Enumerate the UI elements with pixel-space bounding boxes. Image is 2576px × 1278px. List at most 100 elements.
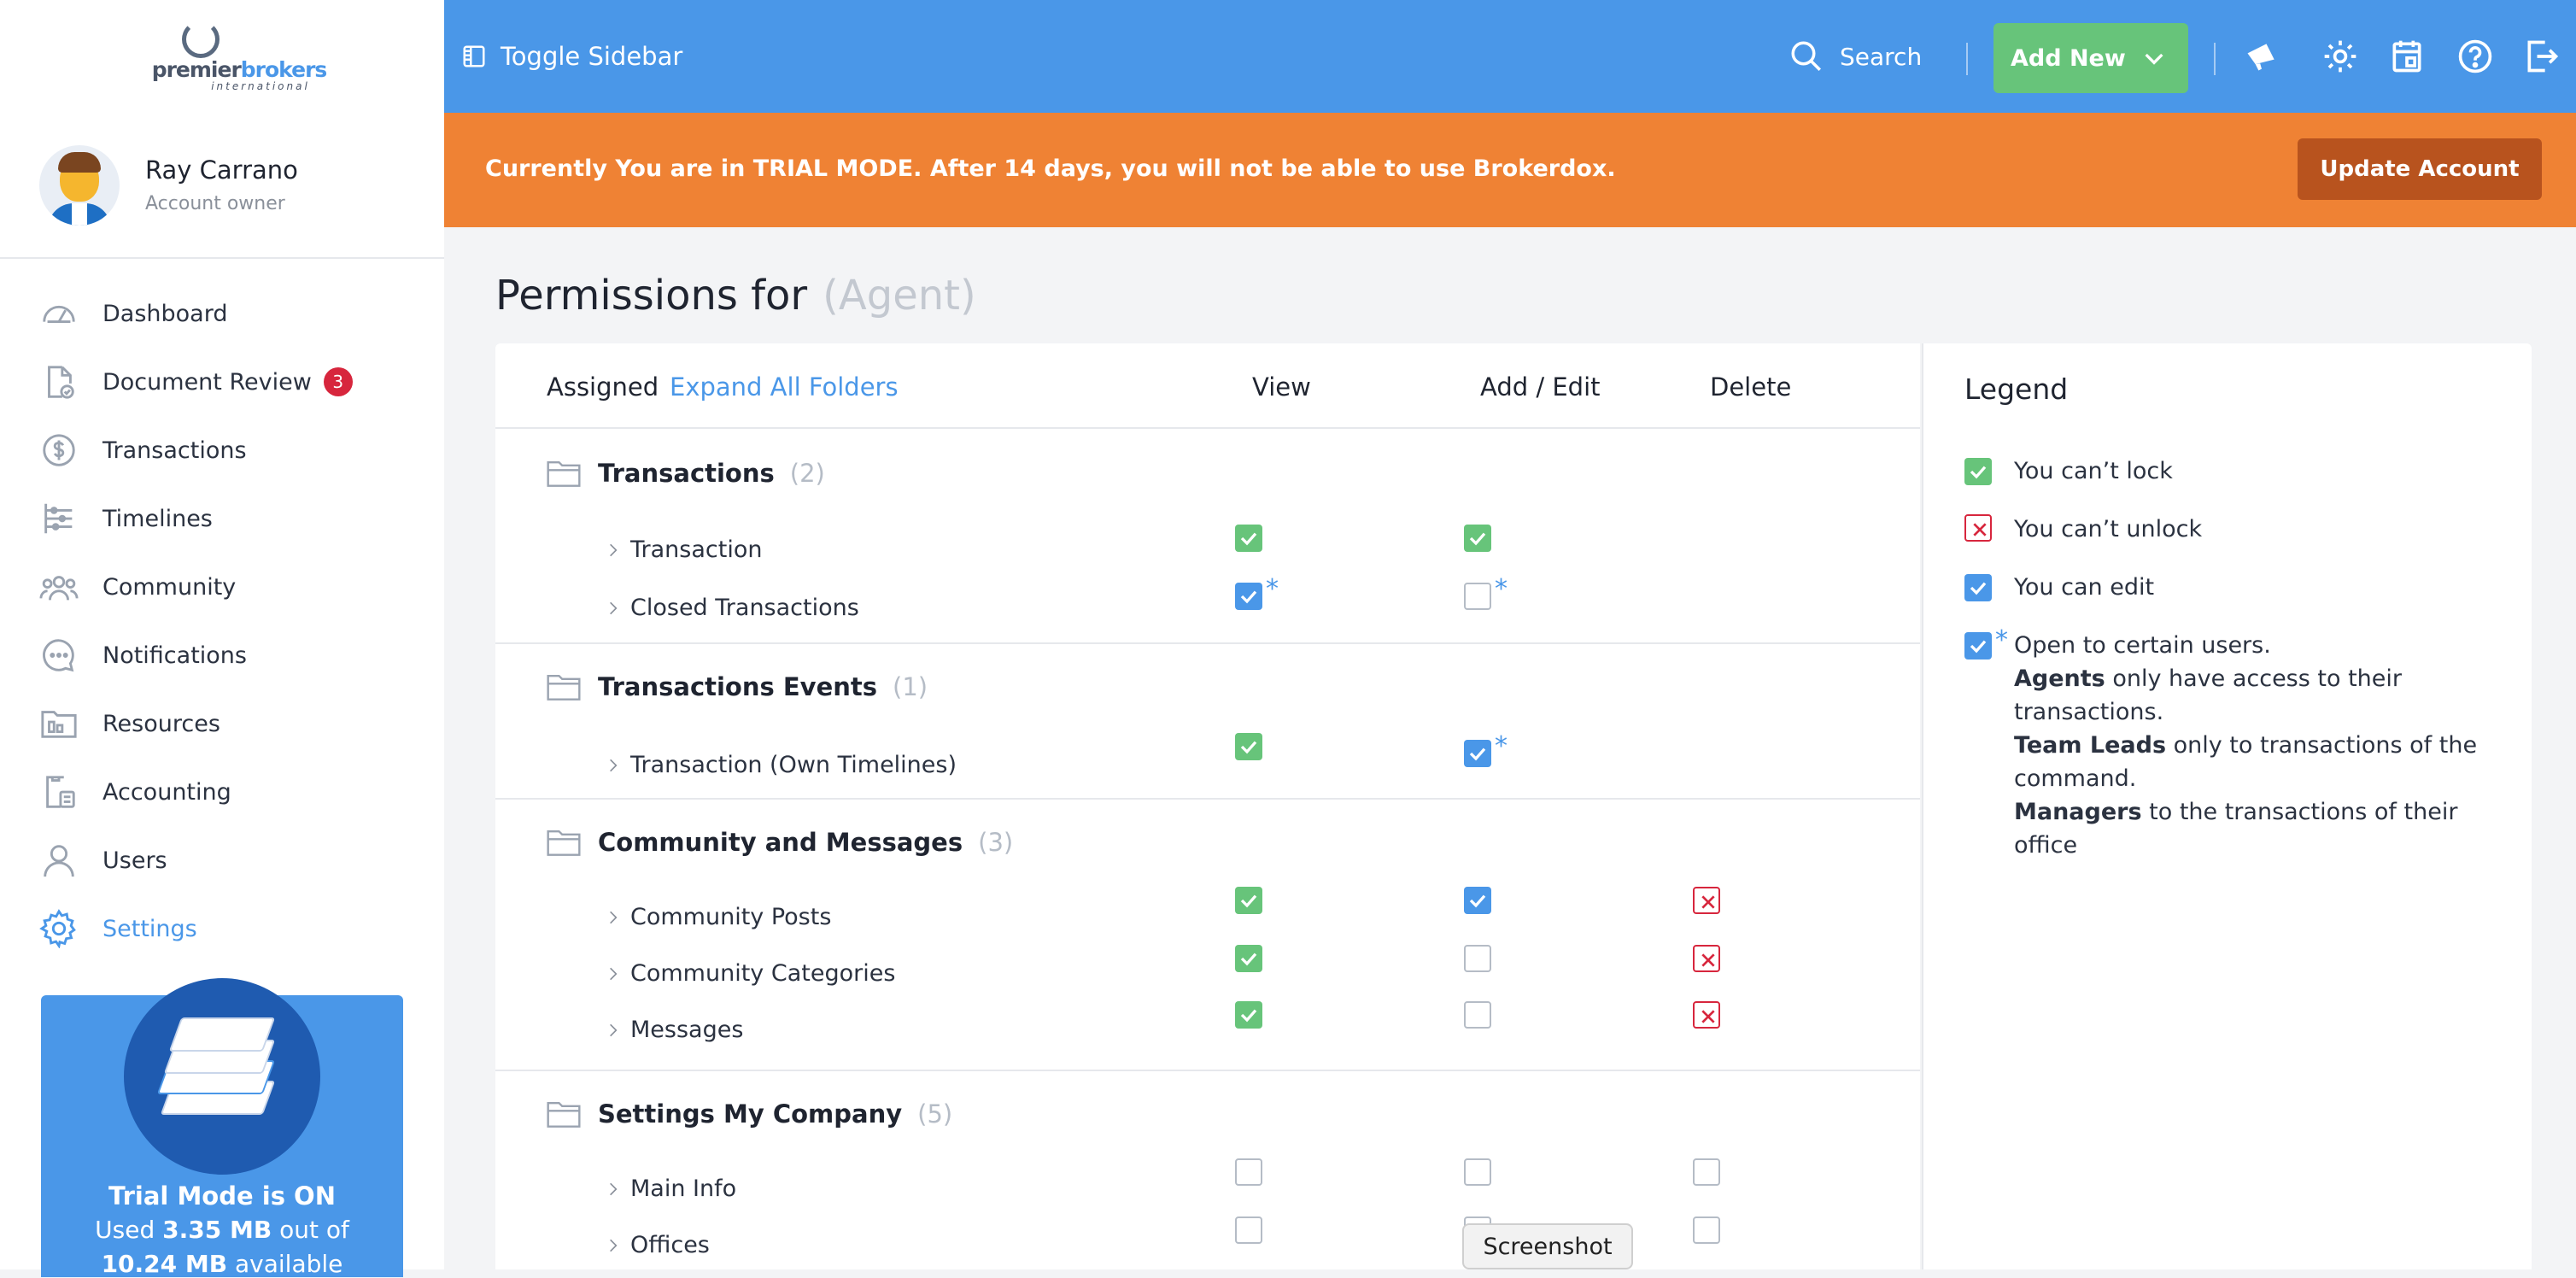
calendar-icon[interactable] xyxy=(2388,38,2426,75)
folder-icon xyxy=(547,830,581,856)
permission-group: Transactions Events (1) Transaction (Own … xyxy=(495,644,1920,800)
permissions-table: Assigned Expand All Folders View Add / E… xyxy=(495,343,1920,1269)
chevron-right-icon xyxy=(610,967,618,980)
table-row: Transaction xyxy=(495,525,1920,576)
document-stack-icon xyxy=(124,978,320,1175)
permission-group: Transactions (2) Transaction Closed Trans… xyxy=(495,431,1920,644)
restricted-asterisk: * xyxy=(1495,574,1508,604)
legend-panel: Legend You can’t lock You can’t unlock Y… xyxy=(1922,343,2532,1269)
legend-item: You can’t lock xyxy=(1964,454,2173,488)
folder-icon xyxy=(547,674,581,701)
help-icon[interactable] xyxy=(2456,38,2494,75)
add-new-button[interactable]: Add New xyxy=(1993,23,2188,93)
row-label[interactable]: Transaction xyxy=(605,536,762,563)
delete-checkbox[interactable] xyxy=(1693,1001,1720,1029)
sidebar-item-settings[interactable]: Settings xyxy=(0,894,444,963)
header-add-edit: Add / Edit xyxy=(1480,372,1601,402)
legend-item: You can’t unlock xyxy=(1964,513,2202,546)
trial-available: 10.24 MB available xyxy=(101,1250,343,1278)
sidebar-item-dashboard[interactable]: Dashboard xyxy=(0,279,444,348)
role-label: (Agent) xyxy=(823,272,976,320)
row-label[interactable]: Closed Transactions xyxy=(605,595,859,621)
page-title: Permissions for (Agent) xyxy=(495,272,976,320)
update-account-button[interactable]: Update Account xyxy=(2298,138,2542,200)
legend-title: Legend xyxy=(1964,372,2069,406)
sidebar-item-document-review[interactable]: Document Review 3 xyxy=(0,348,444,416)
legend-item: You can edit xyxy=(1964,571,2154,604)
group-title[interactable]: Community and Messages (3) xyxy=(545,824,1013,861)
sidebar-item-transactions[interactable]: Transactions xyxy=(0,416,444,484)
view-checkbox[interactable] xyxy=(1235,945,1262,972)
edit-checkbox[interactable] xyxy=(1464,525,1491,552)
user-name: Ray Carrano xyxy=(145,155,298,185)
row-label[interactable]: Community Posts xyxy=(605,904,831,930)
view-checkbox[interactable] xyxy=(1235,887,1262,914)
group-title[interactable]: Settings My Company (5) xyxy=(545,1095,952,1133)
user-role: Account owner xyxy=(145,193,285,214)
view-checkbox[interactable] xyxy=(1235,1216,1262,1244)
delete-checkbox[interactable] xyxy=(1693,945,1720,972)
header-delete: Delete xyxy=(1710,372,1792,402)
logo[interactable]: premierbrokers international xyxy=(0,0,444,113)
view-checkbox[interactable] xyxy=(1235,1001,1262,1029)
timeline-icon xyxy=(44,503,73,534)
sidebar-item-resources[interactable]: Resources xyxy=(0,689,444,758)
dollar-circle-icon xyxy=(43,434,75,466)
view-checkbox[interactable] xyxy=(1235,733,1262,760)
sidebar-nav: Dashboard Document Review 3 Transactions … xyxy=(0,259,444,963)
edit-checkbox[interactable] xyxy=(1464,945,1491,972)
legend-item: * Open to certain users. Agents only hav… xyxy=(1964,625,2477,862)
chevron-right-icon xyxy=(610,911,618,923)
view-checkbox[interactable] xyxy=(1235,525,1262,552)
sidebar-item-accounting[interactable]: Accounting xyxy=(0,758,444,826)
blue-check-icon xyxy=(1964,574,1992,601)
gear-icon xyxy=(39,909,76,948)
sidebar: Ray Carrano Account owner Dashboard Docu… xyxy=(0,113,444,1278)
green-check-icon xyxy=(1964,458,1992,485)
edit-checkbox[interactable] xyxy=(1464,1001,1491,1029)
divider xyxy=(2214,43,2216,75)
view-checkbox[interactable] xyxy=(1235,583,1262,610)
row-label[interactable]: Main Info xyxy=(605,1175,736,1202)
edit-checkbox[interactable] xyxy=(1464,740,1491,767)
user-profile[interactable]: Ray Carrano Account owner xyxy=(0,113,444,259)
header-view: View xyxy=(1252,372,1311,402)
trial-banner-text: Currently You are in TRIAL MODE. After 1… xyxy=(485,155,1616,182)
blue-check-star-icon xyxy=(1964,632,1992,660)
megaphone-icon[interactable] xyxy=(2243,38,2280,75)
sidebar-icon xyxy=(463,45,485,67)
gear-icon[interactable] xyxy=(2321,38,2359,75)
table-row: Offices xyxy=(495,1216,1920,1268)
chevron-right-icon xyxy=(610,543,618,556)
trial-usage: Used 3.35 MB out of xyxy=(95,1216,349,1244)
row-label[interactable]: Community Categories xyxy=(605,960,895,987)
row-label[interactable]: Messages xyxy=(605,1017,743,1043)
edit-checkbox[interactable] xyxy=(1464,583,1491,610)
group-title[interactable]: Transactions Events (1) xyxy=(545,668,928,706)
delete-checkbox[interactable] xyxy=(1693,1216,1720,1244)
view-checkbox[interactable] xyxy=(1235,1158,1262,1186)
screenshot-tooltip: Screenshot xyxy=(1462,1223,1633,1269)
delete-checkbox[interactable] xyxy=(1693,1158,1720,1186)
row-label[interactable]: Transaction (Own Timelines) xyxy=(605,752,957,778)
table-row: Main Info xyxy=(495,1158,1920,1210)
logout-icon[interactable] xyxy=(2523,38,2561,75)
sidebar-item-timelines[interactable]: Timelines xyxy=(0,484,444,553)
expand-all-folders-link[interactable]: Expand All Folders xyxy=(670,372,899,402)
group-title[interactable]: Transactions (2) xyxy=(545,454,825,492)
toggle-sidebar-button[interactable]: Toggle Sidebar xyxy=(461,38,682,75)
table-row: Community Categories xyxy=(495,945,1920,996)
row-label[interactable]: Offices xyxy=(605,1232,710,1258)
delete-checkbox[interactable] xyxy=(1693,887,1720,914)
header-assigned: Assigned xyxy=(547,372,659,402)
edit-checkbox[interactable] xyxy=(1464,887,1491,914)
sidebar-item-notifications[interactable]: Notifications xyxy=(0,621,444,689)
edit-checkbox[interactable] xyxy=(1464,1158,1491,1186)
search-button[interactable]: Search xyxy=(1789,36,1922,77)
chevron-right-icon xyxy=(610,1182,618,1195)
sidebar-item-users[interactable]: Users xyxy=(0,826,444,894)
sidebar-item-community[interactable]: Community xyxy=(0,553,444,621)
folder-icon xyxy=(547,1101,581,1128)
chevron-right-icon xyxy=(610,1023,618,1036)
chevron-right-icon xyxy=(610,759,618,771)
